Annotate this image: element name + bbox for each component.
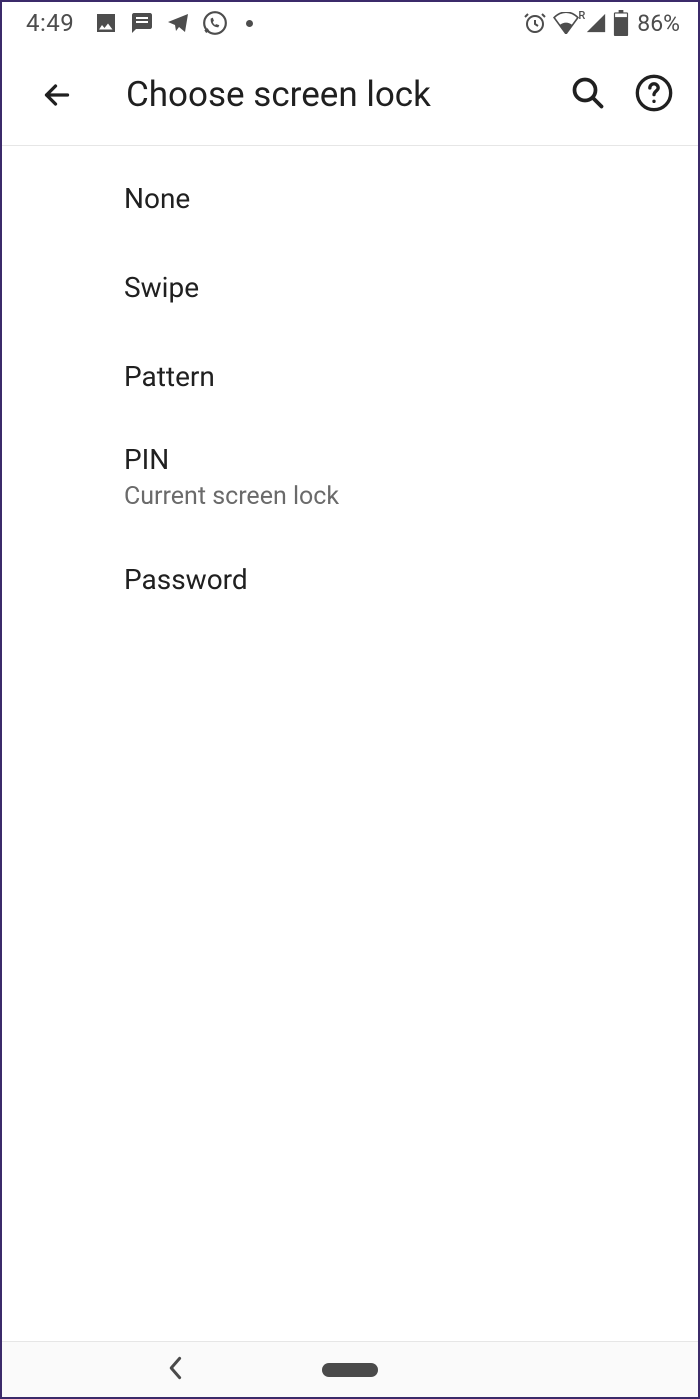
app-bar: Choose screen lock <box>2 44 698 146</box>
page-title: Choose screen lock <box>126 74 548 115</box>
battery-percent: 86% <box>637 10 680 37</box>
more-notifications-dot <box>246 20 253 27</box>
option-label: Swipe <box>124 271 678 304</box>
option-pattern[interactable]: Pattern <box>2 332 698 421</box>
lock-options-list: None Swipe Pattern PIN Current screen lo… <box>2 146 698 624</box>
status-right: R 86% <box>523 10 680 37</box>
option-subtitle: Current screen lock <box>124 482 678 511</box>
messages-icon <box>130 11 154 35</box>
help-icon <box>634 73 674 117</box>
wifi-icon: R <box>553 12 579 34</box>
system-nav-bar <box>2 1341 698 1397</box>
battery-icon <box>613 10 629 36</box>
option-label: Password <box>124 563 678 596</box>
photos-icon <box>94 11 118 35</box>
option-password[interactable]: Password <box>2 535 698 624</box>
option-swipe[interactable]: Swipe <box>2 243 698 332</box>
status-clock: 4:49 <box>26 9 74 37</box>
option-label: PIN <box>124 443 678 476</box>
system-back-button[interactable] <box>166 1356 186 1384</box>
search-button[interactable] <box>562 69 614 121</box>
status-left: 4:49 <box>26 9 253 37</box>
alarm-icon <box>523 11 547 35</box>
telegram-icon <box>166 11 190 35</box>
option-pin[interactable]: PIN Current screen lock <box>2 421 698 535</box>
signal-icon <box>585 12 607 34</box>
search-icon <box>570 75 606 115</box>
whatsapp-icon <box>202 10 228 36</box>
help-button[interactable] <box>628 69 680 121</box>
status-bar: 4:49 R 86% <box>2 2 698 44</box>
back-button[interactable] <box>32 70 82 120</box>
option-none[interactable]: None <box>2 154 698 243</box>
option-label: Pattern <box>124 360 678 393</box>
option-label: None <box>124 182 678 215</box>
system-home-pill[interactable] <box>322 1363 378 1377</box>
